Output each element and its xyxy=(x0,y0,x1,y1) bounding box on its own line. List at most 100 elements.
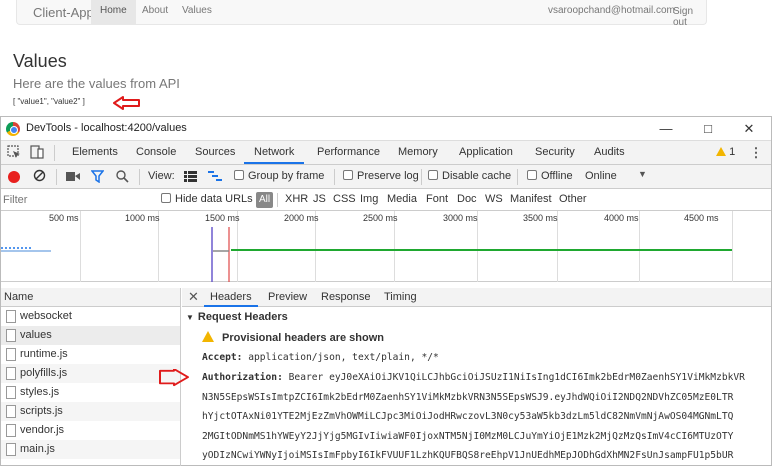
hide-data-urls-checkbox[interactable]: Hide data URLs xyxy=(161,193,253,205)
tab-headers[interactable]: Headers xyxy=(204,288,258,307)
preserve-log-checkbox[interactable]: Preserve log xyxy=(343,170,419,182)
filter-ws[interactable]: WS xyxy=(485,193,503,205)
filter-icon[interactable] xyxy=(90,170,105,186)
filter-other[interactable]: Other xyxy=(559,193,587,205)
devtools-window: DevTools - localhost:4200/values — □ ✕ E… xyxy=(0,116,772,466)
page-title: Values xyxy=(13,51,67,71)
record-icon[interactable] xyxy=(8,171,20,183)
request-name: values xyxy=(20,329,52,341)
disable-cache-checkbox[interactable]: Disable cache xyxy=(428,170,511,182)
file-icon xyxy=(6,443,16,456)
token-line: 2MGItODNmMS1hYWEyY2JjYjg5MGIvIiwiaWF0Ijo… xyxy=(202,431,734,442)
network-overview[interactable]: 500 ms 1000 ms 1500 ms 2000 ms 2500 ms 3… xyxy=(1,211,771,282)
request-name: styles.js xyxy=(20,386,60,398)
timeline-waterfall xyxy=(1,227,732,282)
maximize-icon[interactable]: □ xyxy=(693,119,723,139)
filter-font[interactable]: Font xyxy=(426,193,448,205)
close-icon[interactable]: ✕ xyxy=(734,119,764,139)
name-column-header[interactable]: Name xyxy=(1,288,180,307)
tab-console[interactable]: Console xyxy=(136,141,176,164)
tab-audits[interactable]: Audits xyxy=(594,141,625,164)
search-icon[interactable] xyxy=(116,170,129,186)
chevron-down-icon[interactable]: ▼ xyxy=(638,169,647,179)
group-by-frame-checkbox[interactable]: Group by frame xyxy=(234,170,324,182)
nav-about[interactable]: About xyxy=(133,0,177,24)
network-toolbar: View: Group by frame Preserve log Disabl… xyxy=(1,165,771,189)
token-line: N3N5SEpsWSIsImtpZCI6Imk2bEdrM0ZaenhSY1Vi… xyxy=(202,392,734,403)
request-row[interactable]: main.js xyxy=(1,440,180,459)
tab-response[interactable]: Response xyxy=(321,288,371,307)
clear-icon[interactable] xyxy=(33,169,46,185)
checkbox[interactable] xyxy=(527,170,537,180)
filter-xhr[interactable]: XHR xyxy=(285,193,308,205)
minimize-icon[interactable]: — xyxy=(651,119,681,139)
request-headers-section[interactable]: ▼ Request Headers xyxy=(186,311,288,323)
header-value: Bearer eyJ0eXAiOiJKV1QiLCJhbGciOiJSUzI1N… xyxy=(288,372,745,383)
file-icon xyxy=(6,386,16,399)
request-name: websocket xyxy=(20,310,72,322)
file-icon xyxy=(6,348,16,361)
nav-values[interactable]: Values xyxy=(173,0,221,24)
warning-icon xyxy=(716,147,726,156)
file-icon xyxy=(6,405,16,418)
close-icon[interactable]: ✕ xyxy=(188,289,199,305)
tab-application[interactable]: Application xyxy=(459,141,513,164)
file-icon xyxy=(6,367,16,380)
offline-checkbox[interactable]: Offline xyxy=(527,170,573,182)
header-value: application/json, text/plain, */* xyxy=(248,352,439,363)
header-key: Accept: xyxy=(202,352,243,363)
group-by-frame-label: Group by frame xyxy=(248,170,325,182)
authorization-header: Authorization: Bearer eyJ0eXAiOiJKV1QiLC… xyxy=(202,372,745,383)
tab-timing[interactable]: Timing xyxy=(384,288,417,307)
warnings-indicator[interactable]: 1 xyxy=(716,146,735,158)
header-key: Authorization: xyxy=(202,372,283,383)
checkbox[interactable] xyxy=(343,170,353,180)
checkbox[interactable] xyxy=(234,170,244,180)
tab-elements[interactable]: Elements xyxy=(72,141,118,164)
request-name: vendor.js xyxy=(20,424,65,436)
filter-manifest[interactable]: Manifest xyxy=(510,193,552,205)
user-email: vsaroopchand@hotmail.com xyxy=(548,5,675,16)
filter-media[interactable]: Media xyxy=(387,193,417,205)
capture-screenshots-icon[interactable] xyxy=(66,171,80,185)
large-rows-icon[interactable] xyxy=(184,171,197,185)
filter-css[interactable]: CSS xyxy=(333,193,356,205)
tab-performance[interactable]: Performance xyxy=(317,141,380,164)
tab-memory[interactable]: Memory xyxy=(398,141,438,164)
more-options-icon[interactable]: ⋮ xyxy=(748,145,764,161)
filter-all-button[interactable]: All xyxy=(256,192,273,208)
throttling-select[interactable]: Online xyxy=(585,170,617,182)
inspect-element-icon[interactable] xyxy=(6,145,22,161)
filter-js[interactable]: JS xyxy=(313,193,326,205)
sign-out-link[interactable]: Sign out xyxy=(673,6,706,28)
request-row[interactable]: values xyxy=(1,326,180,345)
request-row[interactable]: styles.js xyxy=(1,383,180,402)
request-name: polyfills.js xyxy=(20,367,68,379)
filter-img[interactable]: Img xyxy=(360,193,378,205)
devtools-tabs: Elements Console Sources Network Perform… xyxy=(1,141,771,165)
token-line: hYjctOTAxNi01YTE2MjEzZmVhOWMiLCJpc3MiOiJ… xyxy=(202,411,734,422)
filter-doc[interactable]: Doc xyxy=(457,193,477,205)
waterfall-icon[interactable] xyxy=(208,171,222,185)
checkbox[interactable] xyxy=(161,193,171,203)
app-brand[interactable]: Client-App xyxy=(33,5,94,20)
device-toolbar-icon[interactable] xyxy=(29,145,45,161)
accept-header: Accept: application/json, text/plain, */… xyxy=(202,352,439,363)
request-row[interactable]: websocket xyxy=(1,307,180,326)
request-row[interactable]: runtime.js xyxy=(1,345,180,364)
request-detail: ✕ Headers Preview Response Timing ▼ Reque… xyxy=(182,288,771,466)
request-row[interactable]: scripts.js xyxy=(1,402,180,421)
checkbox[interactable] xyxy=(428,170,438,180)
tab-network[interactable]: Network xyxy=(244,141,305,164)
request-row[interactable]: vendor.js xyxy=(1,421,180,440)
tab-sources[interactable]: Sources xyxy=(195,141,235,164)
request-row[interactable]: polyfills.js xyxy=(1,364,180,383)
nav-home[interactable]: Home xyxy=(91,0,136,24)
divider xyxy=(139,169,140,185)
tab-security[interactable]: Security xyxy=(535,141,575,164)
divider xyxy=(334,169,335,185)
filter-input[interactable] xyxy=(3,191,151,208)
file-icon xyxy=(6,424,16,437)
tab-preview[interactable]: Preview xyxy=(268,288,307,307)
divider xyxy=(56,169,57,185)
